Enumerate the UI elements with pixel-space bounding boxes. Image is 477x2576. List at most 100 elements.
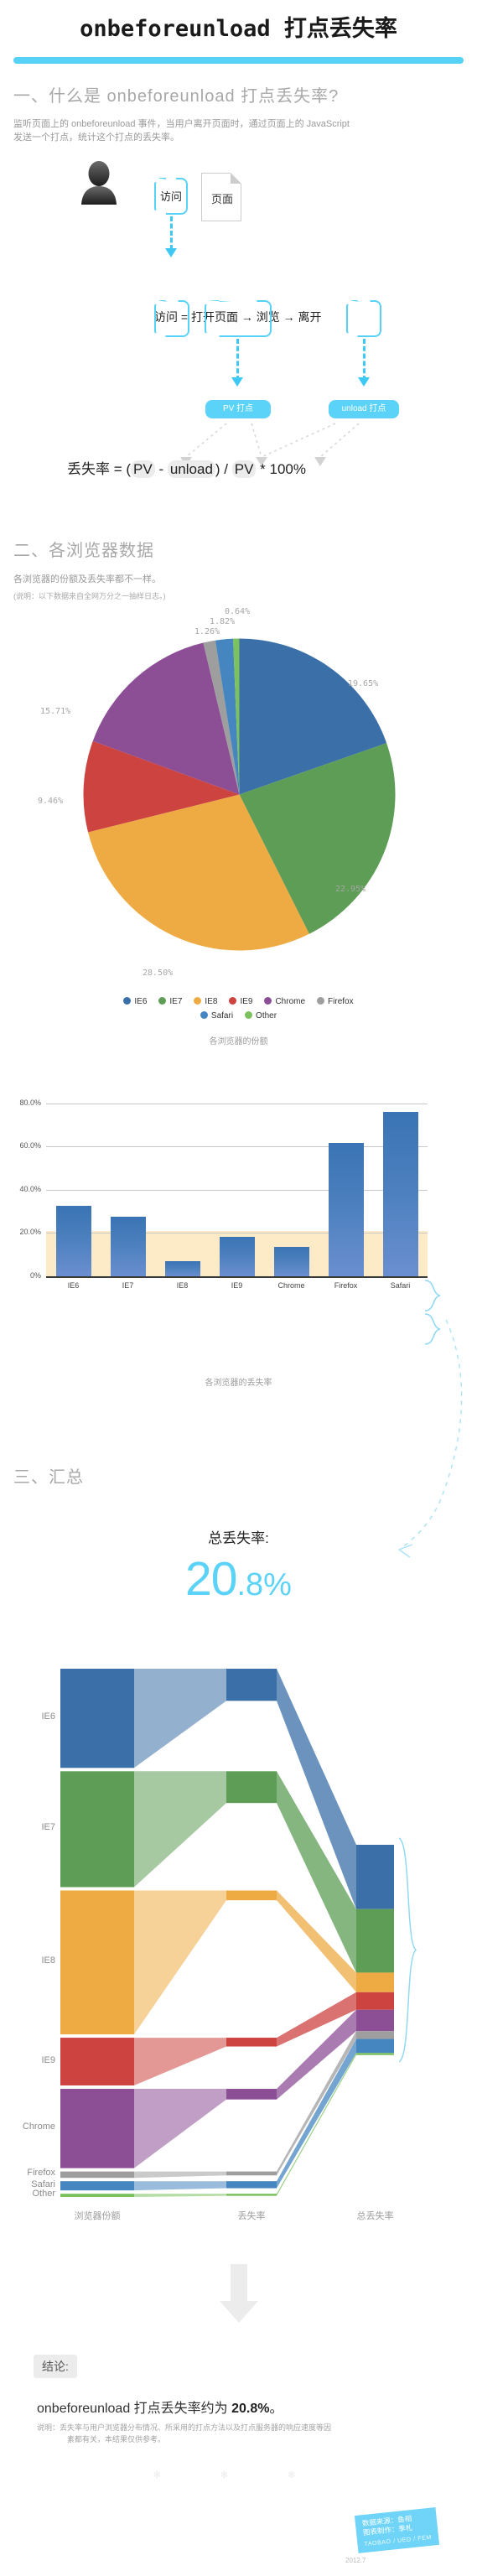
sankey-share-block-ie7 — [60, 1771, 134, 1888]
bar-ie9 — [219, 1236, 255, 1276]
sankey-flow-share-to-loss-ie8 — [134, 1890, 226, 2035]
legend-item-ie7[interactable]: IE7 — [158, 995, 182, 1008]
legend-item-other[interactable]: Other — [245, 1010, 277, 1022]
total-loss-label: 总丢失率: — [208, 1530, 269, 1546]
sankey-loss-block-firefox — [226, 2171, 277, 2176]
conclusion-value: 20.8% — [231, 2402, 270, 2416]
sankey-loss-block-other — [226, 2194, 277, 2196]
legend-swatch-icon — [317, 997, 325, 1005]
bracket-leave — [346, 300, 381, 337]
sankey-flow-share-to-loss-safari — [134, 2181, 226, 2191]
total-loss-value: 20.8% — [0, 1555, 477, 1603]
credit-date: 2012.7 — [345, 2557, 366, 2564]
legend-item-chrome[interactable]: Chrome — [264, 995, 305, 1008]
section2-paragraph: 各浏览器的份额及丢失率都不一样。 — [13, 574, 161, 584]
sankey-loss-block-chrome — [226, 2089, 277, 2100]
pie-legend-row-2: Safari Other — [0, 1008, 477, 1022]
person-icon — [80, 159, 118, 205]
sankey-label-other: Other — [32, 2189, 55, 2199]
bar-chrome — [273, 1247, 309, 1276]
legend-item-safari[interactable]: Safari — [200, 1010, 233, 1022]
pie-label-firefox: 1.26% — [194, 627, 220, 636]
bar-ie6 — [55, 1206, 91, 1276]
bar-ie7 — [110, 1217, 146, 1276]
conclusion-main-text: onbeforeunload 打点丢失率约为 20.8%。 — [37, 2397, 283, 2417]
sankey-stage-label-3: 总丢失率 — [356, 2211, 394, 2221]
credit-badge: 数据来源：鱼相 图表制作：季札 TAOBAO / UED / FEM — [354, 2507, 439, 2553]
conclusion-prefix: onbeforeunload 打点丢失率约为 — [37, 2402, 232, 2416]
bar-x-label-safari: Safari — [390, 1281, 411, 1290]
sankey-flow-share-to-loss-other — [134, 2194, 226, 2197]
sankey-total-block-ie8 — [356, 1972, 394, 1992]
formula-mid: ) / — [215, 461, 232, 477]
section1-heading: 一、什么是 onbeforeunload 打点丢失率? — [13, 87, 340, 106]
flow-arrow-glyph-2: → — [283, 310, 295, 324]
sankey-loss-block-ie6 — [226, 1669, 277, 1701]
legend-label: Other — [256, 1011, 277, 1021]
sankey-flow-share-to-loss-chrome — [134, 2089, 226, 2168]
sankey-label-ie6: IE6 — [41, 1711, 55, 1722]
sankey-share-block-ie9 — [60, 2038, 134, 2086]
legend-swatch-icon — [245, 1011, 253, 1019]
pie-label-ie9: 9.46% — [38, 797, 64, 806]
pie-label-other: 0.64% — [225, 607, 251, 616]
flow-expression: 访问 = 打开页面 → 浏览 → 离开 — [154, 309, 322, 325]
sankey-total-brace-icon — [398, 1837, 417, 2063]
legend-item-firefox[interactable]: Firefox — [317, 995, 354, 1008]
formula-pv-1: PV — [131, 460, 155, 478]
loss-rate-formula: 丢失率 = (PV - unload) / PV * 100% — [67, 457, 306, 478]
visit-label-top: 访问 — [159, 190, 182, 203]
section2-note: (说明：以下数据来自全网万分之一抽样日志。) — [13, 592, 166, 600]
legend-label: IE9 — [240, 997, 253, 1006]
bar-x-label-ie8: IE8 — [176, 1281, 189, 1290]
flow-browse: 浏览 — [256, 310, 280, 324]
sankey-flow-share-to-loss-ie6 — [134, 1669, 226, 1768]
formula-pv-2: PV — [231, 460, 257, 478]
section3-heading: 三、汇总 — [13, 1468, 84, 1487]
flow-open-page: 打开页面 — [190, 310, 238, 324]
legend-swatch-icon — [158, 997, 167, 1005]
pie-label-ie7: 22.95% — [335, 885, 366, 894]
pie-caption: 各浏览器的份额 — [209, 1037, 268, 1046]
bar-y-tick-label: 20.0% — [19, 1228, 41, 1237]
legend-label: IE7 — [169, 997, 183, 1006]
conclusion-note-line2: 素都有关，本结果仅供参考。 — [67, 2435, 166, 2444]
flow-visit: 访问 — [154, 310, 178, 324]
total-loss-value-decimal: .8% — [236, 1567, 292, 1602]
pie-label-ie8: 28.50% — [143, 969, 174, 978]
legend-item-ie6[interactable]: IE6 — [123, 995, 147, 1008]
sankey-label-firefox: Firefox — [27, 2168, 55, 2179]
sankey-loss-block-safari — [226, 2181, 277, 2189]
legend-item-ie9[interactable]: IE9 — [229, 995, 252, 1008]
sankey-loss-block-ie7 — [226, 1771, 277, 1804]
infographic-page: onbeforeunload 打点丢失率 一、什么是 onbeforeunloa… — [0, 0, 477, 2576]
sankey-label-chrome: Chrome — [22, 2122, 55, 2132]
sankey-total-block-firefox — [356, 2031, 394, 2039]
sankey-flow-share-to-loss-firefox — [134, 2171, 226, 2179]
flow-equals: = — [180, 310, 189, 324]
bar-x-label-ie7: IE7 — [122, 1281, 134, 1290]
bar-ie8 — [164, 1261, 200, 1276]
sankey-stage-label-2: 丢失率 — [237, 2211, 266, 2221]
pie-label-safari: 1.82% — [210, 617, 236, 626]
pie-label-chrome: 15.71% — [40, 707, 71, 716]
sankey-total-block-chrome — [356, 2009, 394, 2032]
conclusion-tag: 结论: — [34, 2355, 77, 2378]
legend-label: IE6 — [134, 997, 148, 1006]
legend-swatch-icon — [264, 997, 272, 1005]
pie-legend: IE6 IE7 IE8 IE9 Chrome Firefox Safari Other — [0, 994, 477, 1022]
flow-arrow-glyph-1: → — [241, 310, 253, 324]
legend-label: Safari — [210, 1011, 234, 1021]
legend-swatch-icon — [123, 997, 132, 1005]
formula-minus: - — [154, 461, 168, 477]
sankey-share-block-ie6 — [60, 1669, 134, 1768]
legend-item-ie8[interactable]: IE8 — [194, 995, 217, 1008]
sankey-share-block-safari — [60, 2181, 134, 2191]
flow-arrow-2 — [231, 377, 243, 387]
bar-safari — [382, 1111, 418, 1276]
bar-y-tick-label: 60.0% — [19, 1141, 41, 1150]
bar-x-label-ie9: IE9 — [231, 1281, 243, 1290]
sankey-total-block-ie6 — [356, 1845, 394, 1909]
legend-label: Chrome — [275, 997, 306, 1006]
formula-unload: unload — [167, 460, 215, 478]
